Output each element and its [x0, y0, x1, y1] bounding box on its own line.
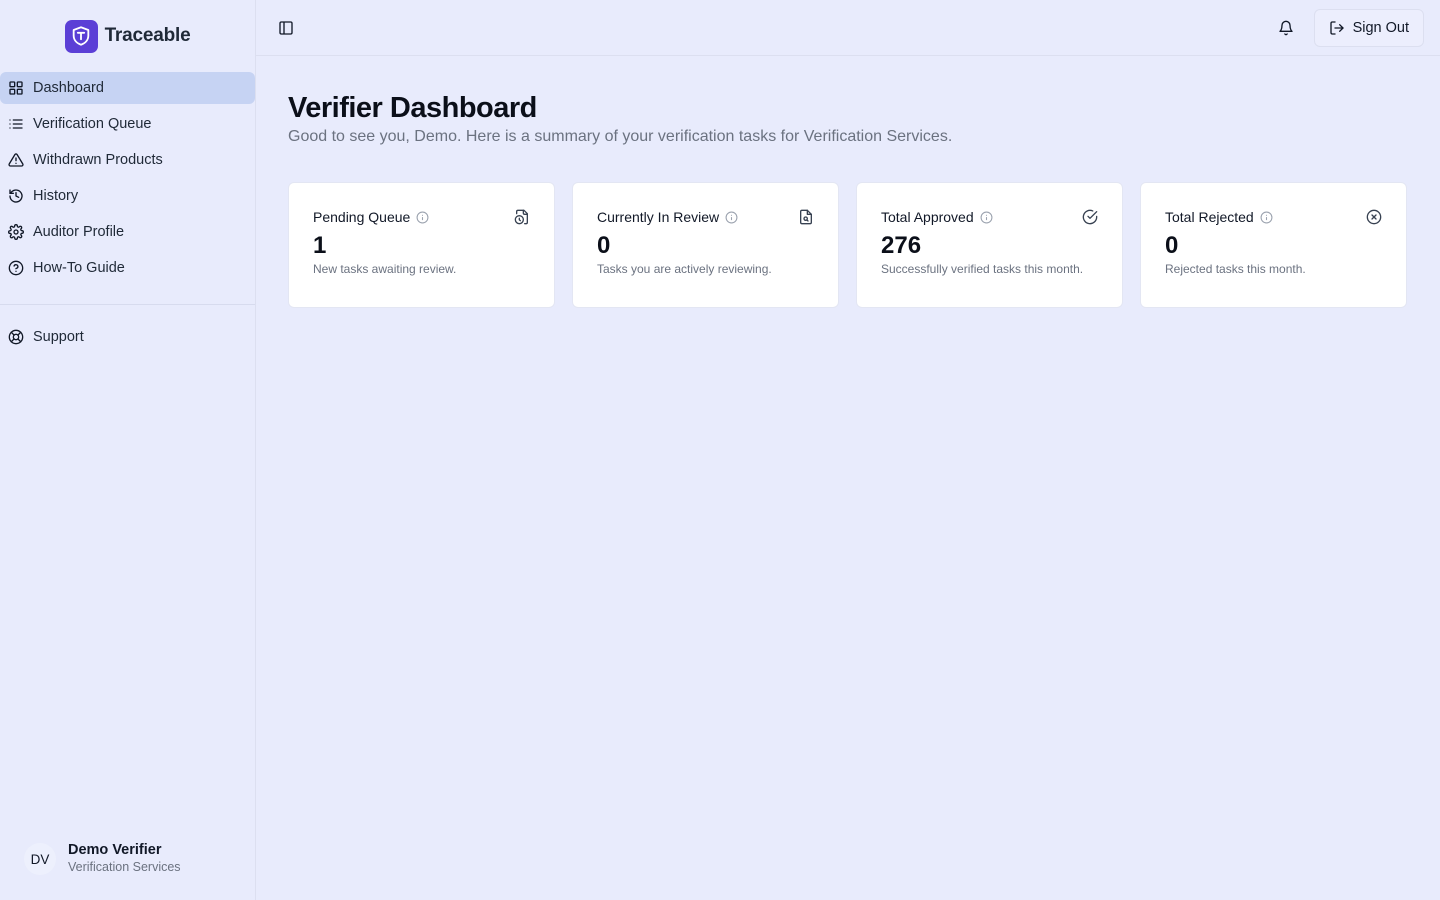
card-description: Rejected tasks this month.: [1165, 262, 1306, 276]
avatar: DV: [24, 843, 56, 875]
topbar-actions: Sign Out: [1278, 8, 1424, 47]
sidebar-item-withdrawn-products[interactable]: Withdrawn Products: [0, 144, 255, 176]
page-subtitle: Good to see you, Demo. Here is a summary…: [288, 128, 953, 145]
card-title: Total Rejected: [1165, 209, 1254, 225]
stat-card-pending-queue: Pending Queue 1 New tasks awaiting revie…: [288, 182, 555, 308]
sidebar-item-label: Withdrawn Products: [33, 152, 163, 168]
info-icon[interactable]: [416, 211, 429, 224]
file-search-icon: [800, 209, 812, 225]
list-icon: [9, 119, 23, 129]
stat-card-currently-in-review: Currently In Review 0 Tasks you are acti…: [572, 182, 839, 308]
main-area: Sign Out Verifier Dashboard Good to see …: [256, 0, 1440, 900]
brand-name: Traceable: [104, 25, 191, 46]
x-circle-icon: [1366, 209, 1382, 225]
card-value: 0: [597, 232, 611, 259]
stat-cards: Pending Queue 1 New tasks awaiting revie…: [288, 182, 1408, 308]
user-name: Demo Verifier: [68, 842, 162, 858]
sign-out-label: Sign Out: [1352, 19, 1409, 36]
sidebar-item-label: How-To Guide: [33, 260, 125, 276]
help-circle-icon: [8, 260, 24, 276]
user-org: Verification Services: [68, 860, 181, 874]
sign-out-button[interactable]: Sign Out: [1313, 8, 1424, 47]
warning-icon: [8, 153, 24, 167]
card-description: New tasks awaiting review.: [313, 262, 457, 276]
topbar: Sign Out: [256, 0, 1440, 56]
sidebar-item-verification-queue[interactable]: Verification Queue: [0, 108, 255, 140]
file-clock-icon: [514, 209, 528, 225]
app-shell: Traceable Dashboard Verification Queue W…: [0, 0, 1440, 900]
sidebar-toggle-button[interactable]: [278, 20, 294, 36]
sidebar-item-history[interactable]: History: [0, 180, 255, 212]
lifebuoy-icon: [8, 329, 24, 345]
info-icon[interactable]: [725, 211, 738, 224]
shield-logo-icon: [64, 19, 98, 53]
bell-icon: [1278, 20, 1293, 35]
card-title: Pending Queue: [313, 209, 411, 225]
sidebar-item-dashboard[interactable]: Dashboard: [0, 72, 255, 104]
dashboard-content: Verifier Dashboard Good to see you, Demo…: [256, 56, 1440, 308]
sidebar-divider: [0, 304, 255, 305]
stat-card-total-rejected: Total Rejected 0 Rejected tasks this mon…: [1140, 182, 1407, 308]
history-icon: [9, 189, 23, 203]
notifications-button[interactable]: [1278, 20, 1294, 36]
info-icon[interactable]: [980, 211, 993, 224]
page-title: Verifier Dashboard: [288, 92, 537, 124]
card-title: Total Approved: [881, 209, 974, 225]
info-icon[interactable]: [1260, 211, 1273, 224]
card-value: 276: [881, 232, 922, 259]
grid-icon: [9, 81, 23, 95]
panel-left-icon: [279, 20, 293, 35]
card-value: 1: [313, 232, 327, 259]
sidebar-item-auditor-profile[interactable]: Auditor Profile: [0, 216, 255, 248]
sidebar-item-label: History: [33, 188, 79, 204]
card-value: 0: [1165, 232, 1179, 259]
gear-icon: [8, 224, 24, 240]
card-description: Successfully verified tasks this month.: [881, 262, 1084, 276]
brand[interactable]: Traceable: [0, 0, 255, 72]
sidebar-item-label: Verification Queue: [33, 116, 152, 132]
card-description: Tasks you are actively reviewing.: [597, 262, 772, 276]
card-title: Currently In Review: [597, 209, 720, 225]
stat-card-total-approved: Total Approved 276 Successfully verified…: [856, 182, 1123, 308]
log-out-icon: [1329, 20, 1344, 35]
sidebar-item-how-to-guide[interactable]: How-To Guide: [0, 252, 255, 284]
sidebar-item-label: Auditor Profile: [33, 224, 125, 240]
user-profile[interactable]: DV Demo Verifier Verification Services: [24, 842, 181, 876]
sidebar-item-label: Dashboard: [33, 80, 104, 96]
sidebar-item-support[interactable]: Support: [0, 321, 255, 353]
sidebar-nav: Dashboard Verification Queue Withdrawn P…: [0, 72, 255, 357]
sidebar: Traceable Dashboard Verification Queue W…: [0, 0, 256, 900]
check-circle-icon: [1082, 209, 1098, 225]
sidebar-item-label: Support: [33, 329, 84, 345]
